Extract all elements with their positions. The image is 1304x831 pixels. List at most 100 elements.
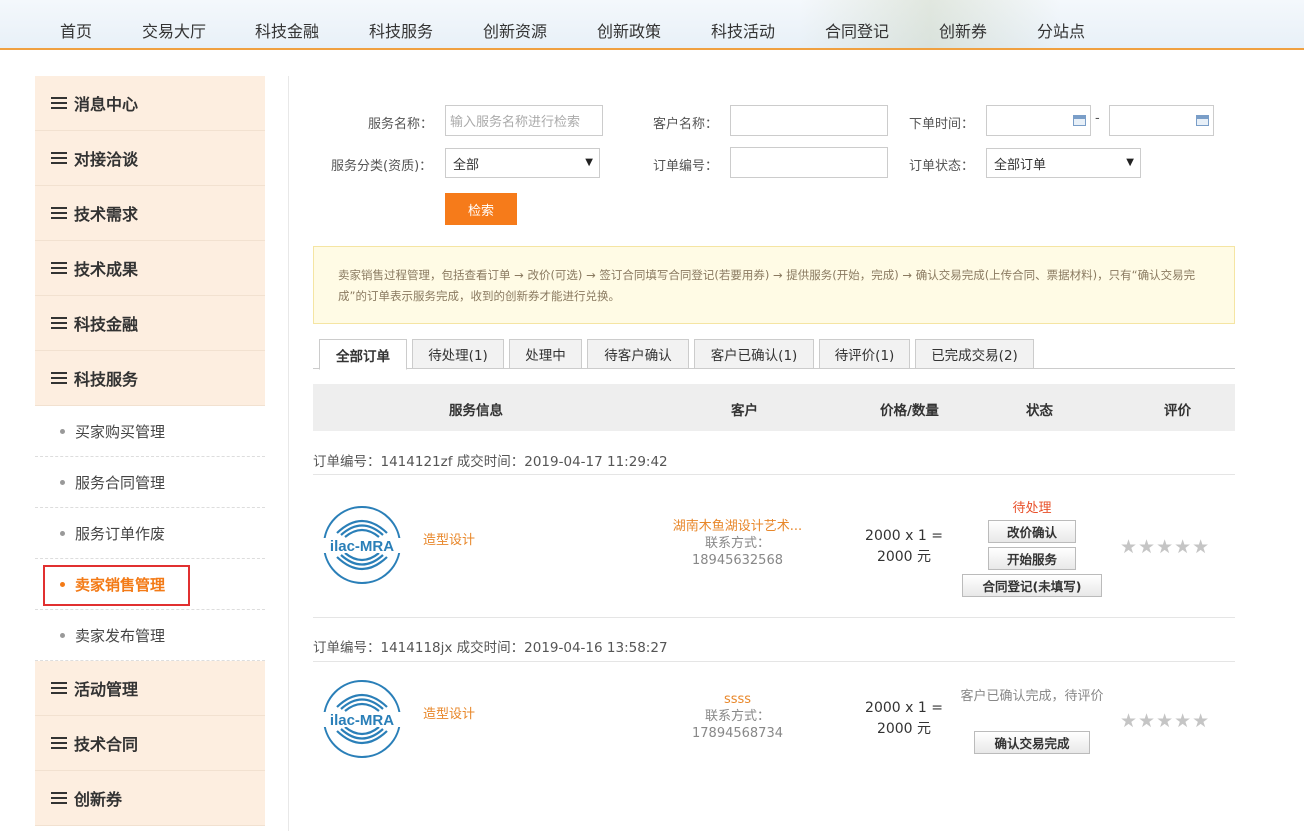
nav-trading-hall[interactable]: 交易大厅 bbox=[142, 18, 206, 42]
nav-innovation-voucher[interactable]: 创新券 bbox=[939, 18, 987, 42]
bullet-icon bbox=[60, 530, 65, 536]
contact-phone: 18945632568 bbox=[692, 553, 783, 568]
menu-icon bbox=[51, 207, 67, 219]
order-meta: 订单编号：1414121zf 成交时间：2019-04-17 11:29:42 bbox=[313, 454, 668, 470]
date-range-separator: - bbox=[1095, 111, 1100, 126]
price-quantity: 2000 x 1 = 2000 元 bbox=[865, 700, 943, 737]
calendar-icon[interactable] bbox=[1196, 115, 1209, 126]
service-category-select[interactable]: 全部 ▼ bbox=[445, 148, 600, 178]
nav-substations[interactable]: 分站点 bbox=[1037, 18, 1085, 42]
nav-home[interactable]: 首页 bbox=[60, 18, 92, 42]
sidebar-subitem-seller-publish[interactable]: 卖家发布管理 bbox=[35, 610, 265, 661]
sidebar-item-tech-finance[interactable]: 科技金融 bbox=[35, 296, 265, 351]
sidebar-subitem-service-contract[interactable]: 服务合同管理 bbox=[35, 457, 265, 508]
active-highlight-box bbox=[43, 565, 190, 606]
dropdown-arrow-icon: ▼ bbox=[585, 157, 593, 168]
start-service-button[interactable]: 开始服务 bbox=[988, 547, 1076, 570]
process-notice: 卖家销售过程管理，包括查看订单 → 改价(可选) → 签订合同填写合同登记(若要… bbox=[313, 246, 1235, 324]
row-divider bbox=[313, 474, 1235, 475]
menu-icon bbox=[51, 682, 67, 694]
menu-icon bbox=[51, 317, 67, 329]
logo-text: ilac-MRA bbox=[330, 538, 394, 555]
order-time-end-input[interactable] bbox=[1109, 105, 1214, 136]
customer-info: 湖南木鱼湖设计艺术... 联系方式： 18945632568 bbox=[660, 518, 815, 569]
tab-all-orders[interactable]: 全部订单 bbox=[319, 339, 407, 370]
ilac-mra-logo[interactable]: ilac-MRA bbox=[315, 679, 410, 759]
header-price-quantity: 价格/数量 bbox=[880, 403, 939, 419]
top-nav: 首页 交易大厅 科技金融 科技服务 创新资源 创新政策 科技活动 合同登记 创新… bbox=[0, 0, 1304, 50]
tab-pending[interactable]: 待处理(1) bbox=[412, 339, 504, 369]
contact-phone: 17894568734 bbox=[692, 726, 783, 741]
customer-name-input[interactable] bbox=[730, 105, 888, 136]
header-service-info: 服务信息 bbox=[449, 403, 503, 419]
nav-tech-service[interactable]: 科技服务 bbox=[369, 18, 433, 42]
sidebar-item-activity-management[interactable]: 活动管理 bbox=[35, 661, 265, 716]
header-customer: 客户 bbox=[731, 403, 758, 419]
nav-innovation-resources[interactable]: 创新资源 bbox=[483, 18, 547, 42]
contact-label: 联系方式： bbox=[704, 709, 770, 724]
confirm-transaction-button[interactable]: 确认交易完成 bbox=[974, 731, 1090, 754]
header-rating: 评价 bbox=[1164, 403, 1191, 419]
menu-icon bbox=[51, 97, 67, 109]
row-divider bbox=[313, 617, 1235, 618]
table-header: 服务信息 客户 价格/数量 状态 评价 bbox=[313, 384, 1235, 431]
order-time-label: 下单时间： bbox=[909, 117, 975, 132]
sidebar-item-tech-demand[interactable]: 技术需求 bbox=[35, 186, 265, 241]
order-meta: 订单编号：1414118jx 成交时间：2019-04-16 13:58:27 bbox=[313, 640, 668, 656]
reprice-confirm-button[interactable]: 改价确认 bbox=[988, 520, 1076, 543]
customer-name-link[interactable]: ssss bbox=[660, 691, 815, 708]
service-name-label: 服务名称： bbox=[368, 117, 434, 132]
contact-label: 联系方式： bbox=[704, 536, 770, 551]
customer-name-link[interactable]: 湖南木鱼湖设计艺术... bbox=[660, 518, 815, 535]
sidebar-item-message-center[interactable]: 消息中心 bbox=[35, 76, 265, 131]
menu-icon bbox=[51, 792, 67, 804]
nav-contract-registration[interactable]: 合同登记 bbox=[825, 18, 889, 42]
sidebar-subitem-buyer-purchase[interactable]: 买家购买管理 bbox=[35, 406, 265, 457]
nav-tech-activities[interactable]: 科技活动 bbox=[711, 18, 775, 42]
sidebar-item-tech-achievements[interactable]: 技术成果 bbox=[35, 241, 265, 296]
order-no-input[interactable] bbox=[730, 147, 888, 178]
menu-icon bbox=[51, 372, 67, 384]
sidebar: 消息中心 对接洽谈 技术需求 技术成果 科技金融 科技服务 买家购买管理 服务合… bbox=[35, 76, 265, 826]
logo-text: ilac-MRA bbox=[330, 712, 394, 729]
sidebar-subitem-order-void[interactable]: 服务订单作废 bbox=[35, 508, 265, 559]
tab-processing[interactable]: 处理中 bbox=[509, 339, 582, 369]
menu-icon bbox=[51, 737, 67, 749]
service-name-input[interactable]: 输入服务名称进行检索 bbox=[445, 105, 603, 136]
status-badge: 客户已确认完成，待评价 bbox=[960, 689, 1104, 704]
order-no-label: 订单编号： bbox=[653, 159, 719, 174]
service-category-label: 服务分类(资质)： bbox=[331, 159, 433, 174]
bullet-icon bbox=[60, 632, 65, 638]
customer-info: ssss 联系方式： 17894568734 bbox=[660, 691, 815, 742]
sidebar-item-tech-contract[interactable]: 技术合同 bbox=[35, 716, 265, 771]
bullet-icon bbox=[60, 479, 65, 485]
service-name-link[interactable]: 造型设计 bbox=[423, 529, 475, 548]
order-tabs: 全部订单 待处理(1) 处理中 待客户确认 客户已确认(1) 待评价(1) 已完… bbox=[313, 339, 1235, 370]
customer-name-label: 客户名称： bbox=[653, 117, 719, 132]
tab-customer-confirmed[interactable]: 客户已确认(1) bbox=[694, 339, 814, 369]
calendar-icon[interactable] bbox=[1073, 115, 1086, 126]
tab-awaiting-customer[interactable]: 待客户确认 bbox=[587, 339, 689, 369]
contract-register-button[interactable]: 合同登记(未填写) bbox=[962, 574, 1102, 597]
row-divider bbox=[313, 661, 1235, 662]
tab-awaiting-review[interactable]: 待评价(1) bbox=[819, 339, 910, 369]
service-name-link[interactable]: 造型设计 bbox=[423, 703, 475, 722]
bullet-icon bbox=[60, 428, 65, 434]
nav-innovation-policy[interactable]: 创新政策 bbox=[597, 18, 661, 42]
menu-icon bbox=[51, 262, 67, 274]
sidebar-item-innovation-voucher[interactable]: 创新券 bbox=[35, 771, 265, 826]
rating-stars-icon: ★★★★★ bbox=[1120, 710, 1211, 732]
header-status: 状态 bbox=[1026, 403, 1053, 419]
nav-tech-finance[interactable]: 科技金融 bbox=[255, 18, 319, 42]
order-time-start-input[interactable] bbox=[986, 105, 1091, 136]
sidebar-item-tech-service[interactable]: 科技服务 bbox=[35, 351, 265, 406]
rating-stars-icon: ★★★★★ bbox=[1120, 536, 1211, 558]
sidebar-item-negotiation[interactable]: 对接洽谈 bbox=[35, 131, 265, 186]
price-quantity: 2000 x 1 = 2000 元 bbox=[865, 528, 943, 565]
order-status-label: 订单状态： bbox=[909, 159, 975, 174]
order-status-select[interactable]: 全部订单 ▼ bbox=[986, 148, 1141, 178]
tab-completed[interactable]: 已完成交易(2) bbox=[915, 339, 1034, 369]
status-badge: 待处理 bbox=[1012, 501, 1052, 516]
search-button[interactable]: 检索 bbox=[445, 193, 517, 225]
ilac-mra-logo[interactable]: ilac-MRA bbox=[315, 505, 410, 585]
